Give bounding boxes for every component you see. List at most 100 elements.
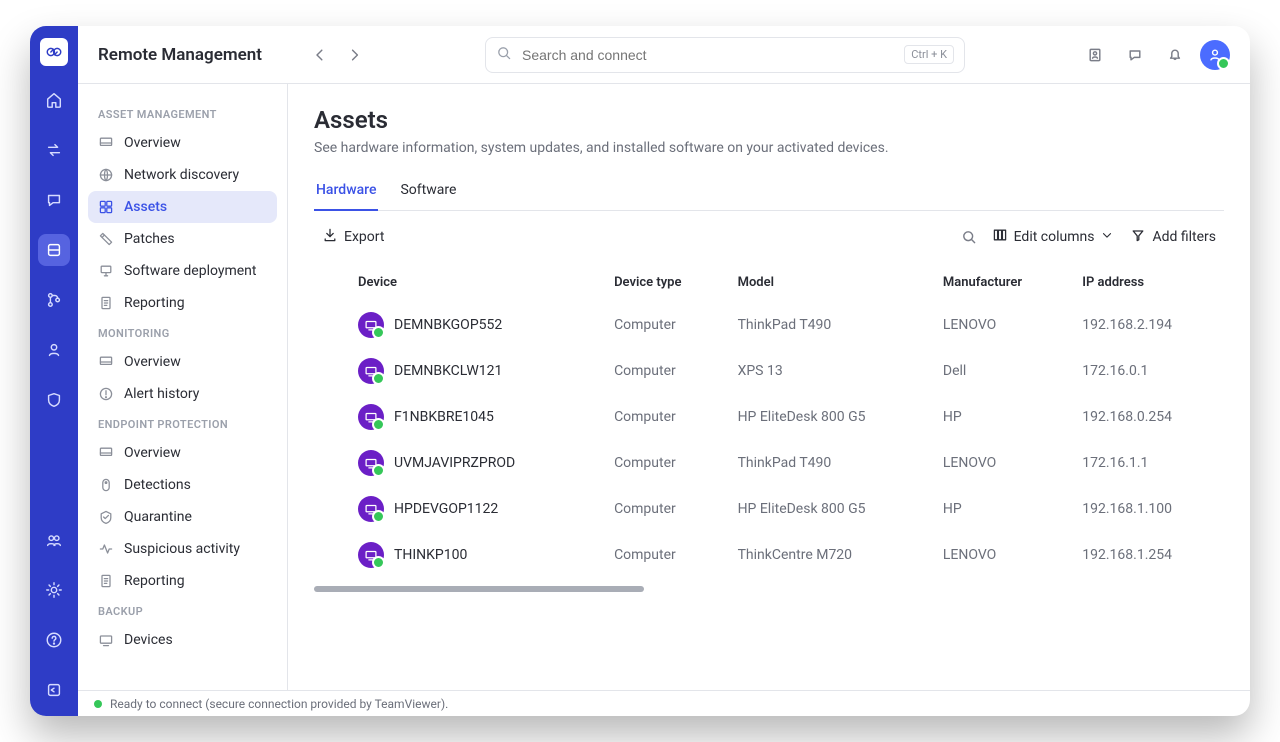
app-title: Remote Management	[98, 45, 262, 65]
sidebar-item-overview[interactable]: Overview	[88, 437, 277, 469]
sidebar-item-network-discovery[interactable]: Network discovery	[88, 159, 277, 191]
column-header[interactable]: Model	[726, 263, 931, 302]
rail-settings[interactable]	[38, 574, 70, 606]
assets-table-wrap[interactable]: DeviceDevice typeModelManufacturerIP add…	[314, 263, 1224, 690]
sidebar-item-label: Detections	[124, 477, 191, 493]
sidebar-item-detections[interactable]: Detections	[88, 469, 277, 501]
column-header[interactable]: IP address	[1070, 263, 1224, 302]
sidebar-item-label: Suspicious activity	[124, 541, 240, 557]
device-ip: 192.168.1.254	[1070, 532, 1224, 578]
assets-table: DeviceDevice typeModelManufacturerIP add…	[314, 263, 1224, 578]
table-row[interactable]: THINKP100ComputerThinkCentre M720LENOVO1…	[314, 532, 1224, 578]
rail-home[interactable]	[38, 84, 70, 116]
messages-button[interactable]	[1120, 40, 1150, 70]
chevron-down-icon	[1100, 228, 1114, 246]
deploy-icon	[98, 263, 114, 279]
horizontal-scrollbar[interactable]	[314, 586, 668, 594]
sidebar-item-label: Network discovery	[124, 167, 239, 183]
add-filters-label: Add filters	[1152, 229, 1216, 245]
contacts-button[interactable]	[1080, 40, 1110, 70]
rail-remote-mgmt[interactable]	[38, 234, 70, 266]
sidebar-item-alert-history[interactable]: Alert history	[88, 378, 277, 410]
rail-help[interactable]	[38, 624, 70, 656]
sidebar-item-overview[interactable]: Overview	[88, 127, 277, 159]
top-bar: Remote Management Ctrl + K	[78, 26, 1250, 84]
sidebar-item-assets[interactable]: Assets	[88, 191, 277, 223]
report-icon	[98, 573, 114, 589]
device-icon	[358, 358, 384, 384]
nav-forward-button[interactable]	[340, 40, 370, 70]
tabs: Hardware Software	[314, 174, 1224, 211]
section-title: MONITORING	[88, 319, 277, 346]
device-name: HPDEVGOP1122	[394, 501, 498, 517]
nav-back-button[interactable]	[306, 40, 336, 70]
device-type: Computer	[602, 394, 726, 440]
tab-hardware[interactable]: Hardware	[314, 174, 378, 210]
sidebar-item-label: Overview	[124, 354, 181, 370]
section-title: BACKUP	[88, 597, 277, 624]
rail-connections[interactable]	[38, 134, 70, 166]
device-name: UVMJAVIPRZPROD	[394, 455, 515, 471]
edit-columns-label: Edit columns	[1014, 229, 1095, 245]
status-dot-icon	[94, 700, 102, 708]
table-search-button[interactable]	[954, 222, 984, 252]
rail-users[interactable]	[38, 524, 70, 556]
table-row[interactable]: F1NBKBRE1045ComputerHP EliteDesk 800 G5H…	[314, 394, 1224, 440]
section-title: ENDPOINT PROTECTION	[88, 410, 277, 437]
device-model: HP EliteDesk 800 G5	[726, 486, 931, 532]
device-ip: 192.168.2.194	[1070, 302, 1224, 348]
sidebar-item-reporting[interactable]: Reporting	[88, 287, 277, 319]
activity-icon	[98, 541, 114, 557]
rail-security[interactable]	[38, 384, 70, 416]
quarantine-icon	[98, 509, 114, 525]
filter-icon	[1130, 227, 1146, 247]
sidebar-item-overview[interactable]: Overview	[88, 346, 277, 378]
rail-support[interactable]	[38, 334, 70, 366]
sidebar-item-quarantine[interactable]: Quarantine	[88, 501, 277, 533]
column-header[interactable]: Manufacturer	[931, 263, 1070, 302]
sidebar-item-patches[interactable]: Patches	[88, 223, 277, 255]
device-manufacturer: Dell	[931, 348, 1070, 394]
table-row[interactable]: UVMJAVIPRZPRODComputerThinkPad T490LENOV…	[314, 440, 1224, 486]
devices-icon	[98, 632, 114, 648]
table-toolbar: Export Edit columns Add filters	[314, 211, 1224, 263]
alert-icon	[98, 386, 114, 402]
sidebar-item-label: Patches	[124, 231, 175, 247]
search-box[interactable]: Ctrl + K	[485, 37, 965, 73]
sidebar-item-software-deployment[interactable]: Software deployment	[88, 255, 277, 287]
sidebar-item-devices[interactable]: Devices	[88, 624, 277, 656]
sidebar-item-label: Assets	[124, 199, 167, 215]
export-button[interactable]: Export	[314, 221, 392, 253]
status-bar: Ready to connect (secure connection prov…	[78, 690, 1250, 716]
sidebar-item-suspicious-activity[interactable]: Suspicious activity	[88, 533, 277, 565]
table-row[interactable]: HPDEVGOP1122ComputerHP EliteDesk 800 G5H…	[314, 486, 1224, 532]
table-row[interactable]: DEMNBKCLW121ComputerXPS 13Dell172.16.0.1	[314, 348, 1224, 394]
status-text: Ready to connect (secure connection prov…	[110, 697, 448, 711]
device-manufacturer: LENOVO	[931, 302, 1070, 348]
column-header[interactable]: Device type	[602, 263, 726, 302]
column-header[interactable]: Device	[314, 263, 602, 302]
sidebar-item-reporting[interactable]: Reporting	[88, 565, 277, 597]
device-type: Computer	[602, 486, 726, 532]
edit-columns-button[interactable]: Edit columns	[984, 221, 1123, 253]
sidebar-item-label: Quarantine	[124, 509, 192, 525]
search-icon	[496, 45, 512, 65]
device-manufacturer: LENOVO	[931, 532, 1070, 578]
notifications-button[interactable]	[1160, 40, 1190, 70]
add-filters-button[interactable]: Add filters	[1122, 221, 1224, 253]
user-avatar[interactable]	[1200, 40, 1230, 70]
device-icon	[358, 496, 384, 522]
rail-chat[interactable]	[38, 184, 70, 216]
rail-exit[interactable]	[38, 674, 70, 706]
device-name: DEMNBKCLW121	[394, 363, 502, 379]
columns-icon	[992, 227, 1008, 247]
rail-workflows[interactable]	[38, 284, 70, 316]
device-ip: 192.168.1.100	[1070, 486, 1224, 532]
device-model: XPS 13	[726, 348, 931, 394]
device-ip: 172.16.1.1	[1070, 440, 1224, 486]
export-icon	[322, 227, 338, 247]
device-ip: 172.16.0.1	[1070, 348, 1224, 394]
table-row[interactable]: DEMNBKGOP552ComputerThinkPad T490LENOVO1…	[314, 302, 1224, 348]
search-input[interactable]	[520, 46, 896, 64]
tab-software[interactable]: Software	[398, 174, 458, 210]
